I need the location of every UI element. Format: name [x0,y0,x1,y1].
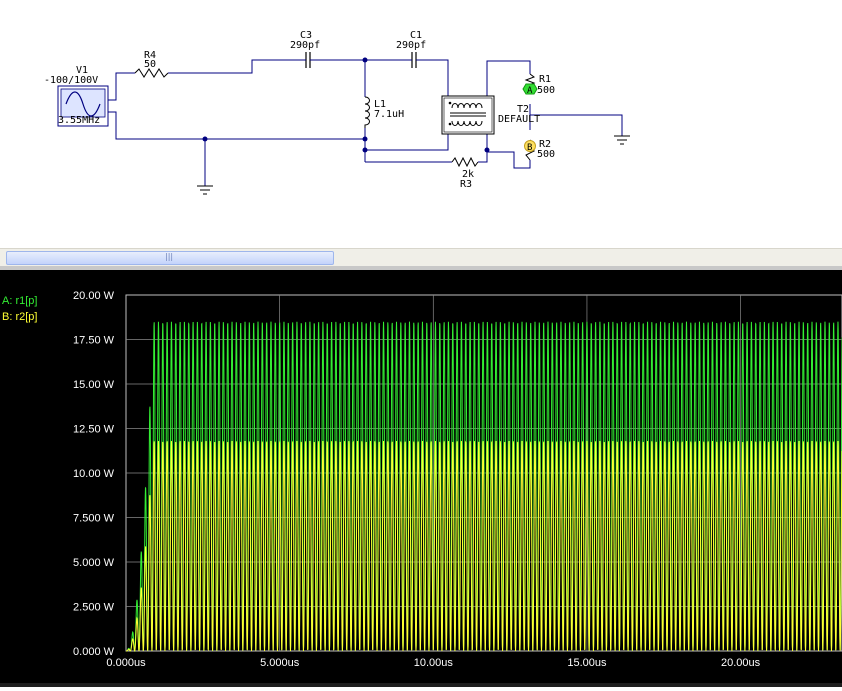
l1-inductor[interactable]: L1 7.1uH [364,96,404,128]
y-tick-label: 10.00 W [73,468,115,480]
power-chart: 0.000 W2.500 W5.000 W7.500 W10.00 W12.50… [2,290,842,669]
x-tick-label: 5.000us [260,657,300,669]
t2-transformer[interactable]: T2 DEFAULT [441,95,540,135]
chart-legend: A: r1[p] B: r2[p] [2,295,37,323]
y-tick-label: 15.00 W [73,379,115,391]
scrollbar-grip-icon: ||| [165,252,174,261]
y-tick-label: 5.000 W [73,557,115,569]
y-tick-label: 7.500 W [73,513,115,525]
schematic-canvas[interactable]: V1 -100/100V 3.55MHz R4 50 C3 290pf C1 2… [0,0,842,248]
r1-value: 500 [537,85,555,96]
r3-name: R3 [460,179,472,190]
waveform-plot[interactable]: 0.000 W 2.500 W 5.000 W 7.500 W 10.00 W 12.50… [0,270,842,687]
scrollbar-thumb[interactable]: ||| [6,251,334,265]
t2-value: DEFAULT [498,114,540,125]
ground-left-icon [197,185,213,195]
legend-entry: A: r1[p] [2,295,37,307]
junction-dot [362,57,368,63]
legend-entry: B: r2[p] [2,311,37,323]
v1-source[interactable]: V1 -100/100V 3.55MHz [44,65,109,127]
v1-value: -100/100V [44,75,98,86]
probe-a-marker[interactable]: A [522,83,538,96]
junction-dot [362,136,368,142]
c1-capacitor[interactable]: C1 290pf [396,30,426,68]
junction-dot [484,147,490,153]
r2-value: 500 [537,149,555,160]
ground-right-icon [614,135,630,145]
x-tick-label: 10.00us [414,657,454,669]
y-axis-ticks: 0.000 W2.500 W5.000 W7.500 W10.00 W12.50… [73,290,115,658]
x-tick-label: 20.00us [721,657,761,669]
circuit-diagram: V1 -100/100V 3.55MHz R4 50 C3 290pf C1 2… [44,30,630,195]
junction-dot [202,136,208,142]
c1-value: 290pf [396,40,426,51]
x-tick-label: 15.00us [567,657,607,669]
probe-a-letter: A [527,86,533,96]
c3-value: 290pf [290,40,320,51]
c3-capacitor[interactable]: C3 290pf [290,30,320,68]
probe-b-letter: B [527,143,532,153]
chart-traces [126,321,842,653]
y-tick-label: 17.50 W [73,335,115,347]
r3-resistor[interactable]: 2k R3 [451,156,479,190]
l1-value: 7.1uH [374,109,404,120]
r1-name: R1 [539,74,551,85]
junction-dot [362,147,368,153]
r4-resistor[interactable]: R4 50 [134,50,169,78]
r4-value: 50 [144,59,156,70]
y-tick-label: 12.50 W [73,424,115,436]
x-axis-ticks: 0.000us 5.000us 10.00us 15.00us 20.00us [106,657,760,669]
y-tick-label: 20.00 W [73,290,115,302]
x-tick-label: 0.000us [106,657,146,669]
v1-freq: 3.55MHz [58,115,100,126]
status-strip [0,683,842,687]
horizontal-scrollbar[interactable]: ||| [0,248,842,267]
y-tick-label: 2.500 W [73,602,115,614]
